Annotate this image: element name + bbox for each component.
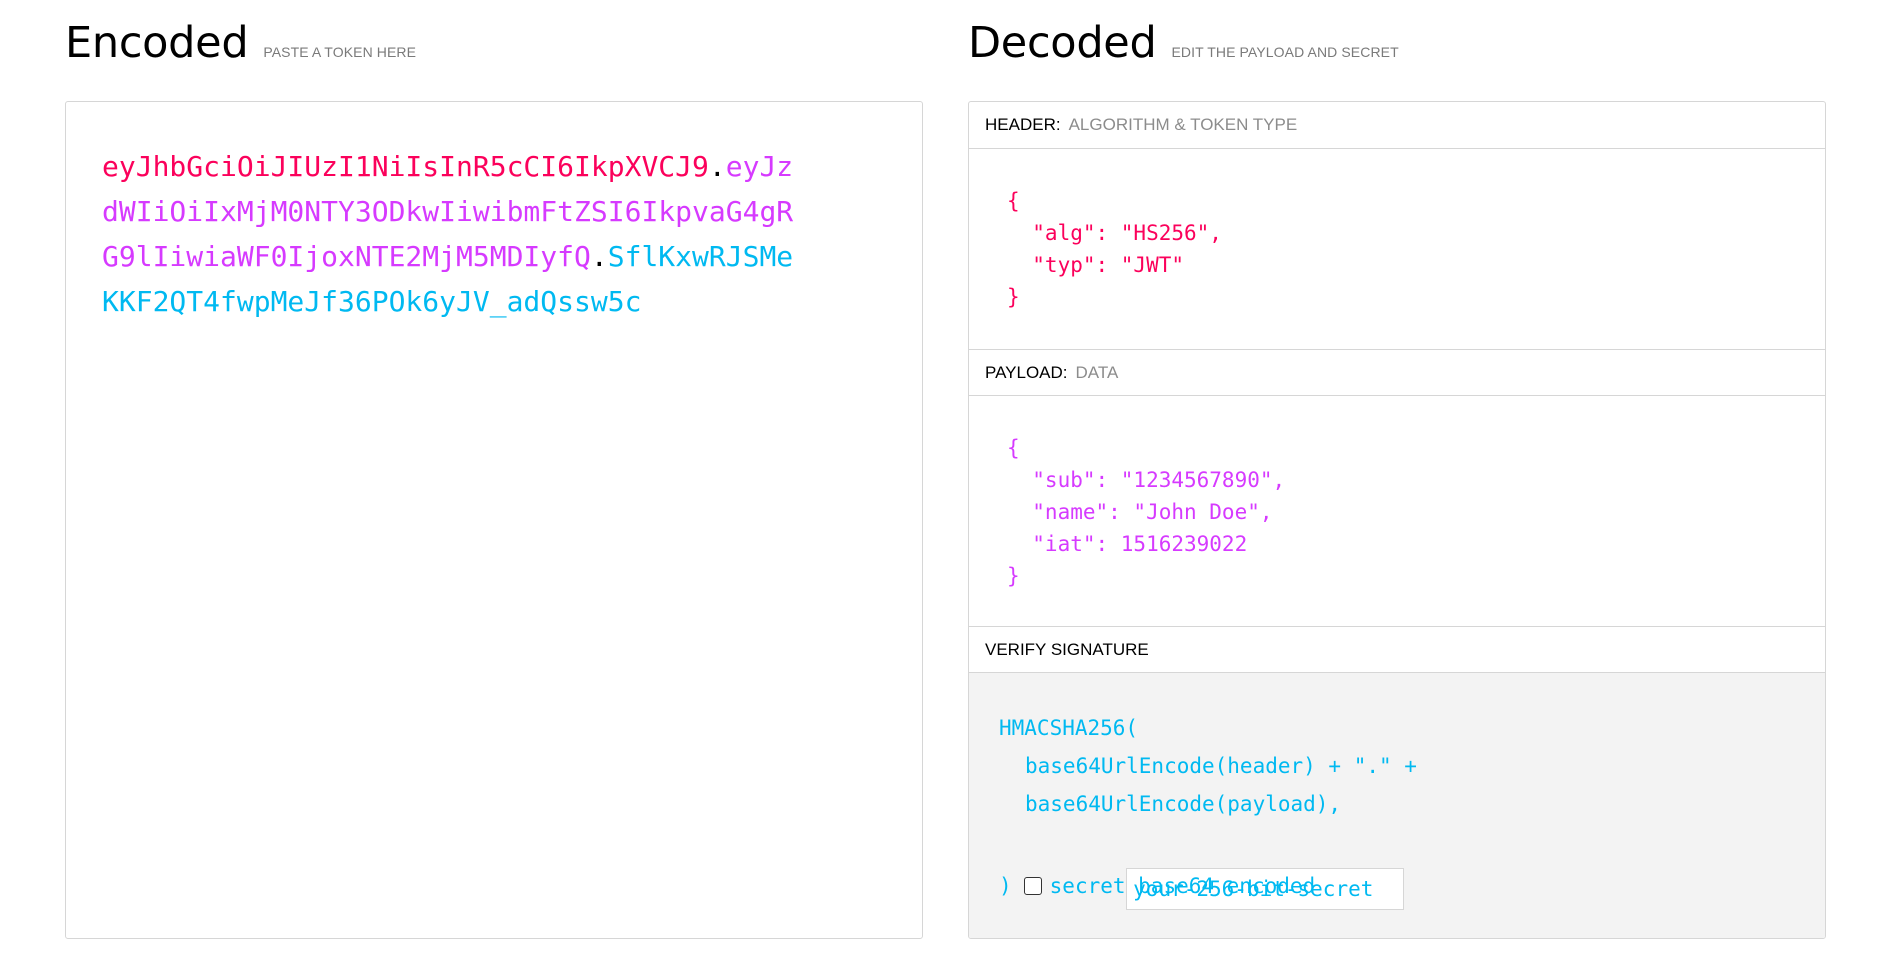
secret-input-row: [999, 823, 1825, 910]
payload-section-hint: DATA: [1075, 362, 1119, 382]
secret-base64-label[interactable]: secret base64 encoded: [1050, 867, 1316, 905]
encoded-subtitle: PASTE A TOKEN HERE: [263, 44, 417, 60]
decoded-heading: Decoded EDIT THE PAYLOAD AND SECRET: [968, 18, 1399, 68]
decoded-subtitle: EDIT THE PAYLOAD AND SECRET: [1171, 44, 1399, 60]
verify-signature-body: HMACSHA256( base64UrlEncode(header) + ".…: [969, 673, 1825, 938]
token-header-part: eyJhbGciOiJIUzI1NiIsInR5cCI6IkpXVCJ9: [102, 150, 709, 183]
encoded-title: Encoded: [65, 18, 249, 68]
verify-section-title: VERIFY SIGNATURE: [969, 626, 1825, 673]
token-separator-dot: .: [590, 240, 608, 273]
secret-base64-checkbox[interactable]: [1023, 877, 1042, 895]
hmac-function-open: HMACSHA256(: [999, 716, 1139, 740]
token-separator-dot: .: [708, 150, 726, 183]
payload-json-editor[interactable]: { "sub": "1234567890", "name": "John Doe…: [969, 396, 1825, 626]
hmac-payload-arg: base64UrlEncode(payload),: [1025, 792, 1342, 816]
jwt-debugger-page: Encoded PASTE A TOKEN HERE Decoded EDIT …: [0, 0, 1884, 958]
header-section-hint: ALGORITHM & TOKEN TYPE: [1068, 115, 1298, 134]
decoded-panel: HEADER: ALGORITHM & TOKEN TYPE { "alg": …: [968, 101, 1826, 939]
header-section-label: HEADER:: [985, 115, 1061, 134]
encoded-heading: Encoded PASTE A TOKEN HERE: [65, 18, 416, 68]
encoded-token-editor[interactable]: eyJhbGciOiJIUzI1NiIsInR5cCI6IkpXVCJ9.eyJ…: [65, 101, 923, 939]
decoded-title: Decoded: [968, 18, 1157, 68]
payload-section-title: PAYLOAD: DATA: [969, 349, 1825, 396]
hmac-close-row: ) secret base64 encoded: [999, 867, 1825, 905]
hmac-function-close: ): [999, 874, 1012, 898]
payload-section-label: PAYLOAD:: [985, 362, 1068, 382]
header-section-title: HEADER: ALGORITHM & TOKEN TYPE: [969, 102, 1825, 149]
encoded-token-text[interactable]: eyJhbGciOiJIUzI1NiIsInR5cCI6IkpXVCJ9.eyJ…: [102, 144, 807, 324]
header-json-editor[interactable]: { "alg": "HS256", "typ": "JWT" }: [969, 149, 1825, 349]
verify-section-label: VERIFY SIGNATURE: [985, 639, 1149, 659]
hmac-header-arg: base64UrlEncode(header) + "." +: [1025, 754, 1417, 778]
